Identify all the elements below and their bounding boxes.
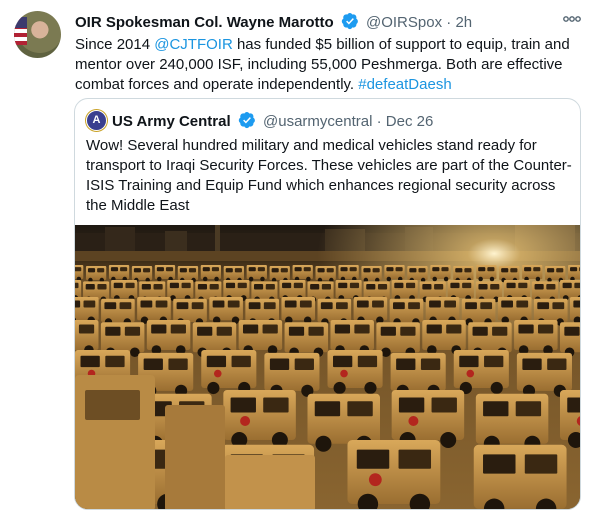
tweet-photo[interactable] (75, 225, 580, 509)
quoted-author-avatar[interactable]: A (86, 110, 107, 131)
quoted-tweet-date[interactable]: Dec 26 (386, 113, 434, 130)
quoted-tweet-text: Wow! Several hundred military and medica… (86, 137, 572, 214)
tweet[interactable]: OIR Spokesman Col. Wayne Marotto @OIRSpo… (0, 0, 595, 510)
tweet-text: Since 2014 @CJTFOIR has funded $5 billio… (75, 35, 580, 95)
quoted-tweet[interactable]: A US Army Central @usarmycentral · Dec 2… (74, 98, 581, 510)
vehicle-lot-photo (75, 225, 580, 509)
quoted-tweet-header: US Army Central @usarmycentral · Dec 26 (112, 111, 433, 134)
separator-dot: · (376, 113, 382, 130)
author-avatar[interactable] (14, 11, 61, 58)
quoted-author-name[interactable]: US Army Central (112, 113, 231, 130)
author-handle[interactable]: @OIRSpox (366, 14, 442, 31)
verified-badge-icon (238, 111, 256, 134)
verified-badge-icon (341, 12, 359, 35)
more-options-icon[interactable] (561, 11, 583, 27)
tweet-timestamp[interactable]: 2h (455, 14, 472, 31)
quoted-author-handle[interactable]: @usarmycentral (263, 113, 372, 130)
hashtag-link[interactable]: #defeatDaesh (358, 76, 451, 93)
tweet-text-part: Since 2014 (75, 36, 155, 53)
tweet-header: OIR Spokesman Col. Wayne Marotto @OIRSpo… (75, 12, 472, 35)
mention-link[interactable]: @CJTFOIR (154, 36, 233, 53)
author-name[interactable]: OIR Spokesman Col. Wayne Marotto (75, 14, 334, 31)
separator-dot: · (446, 14, 452, 31)
avatar-letter: A (92, 114, 101, 126)
